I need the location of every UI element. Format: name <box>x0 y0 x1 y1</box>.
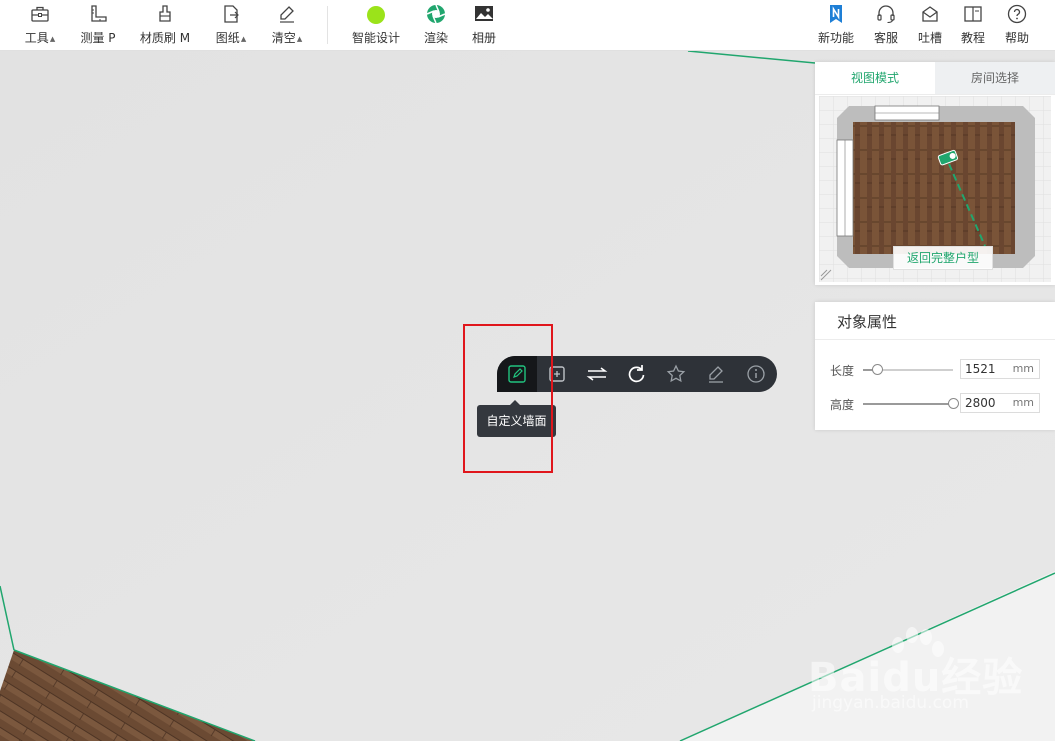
drawing-icon <box>214 4 248 26</box>
customer-service-label: 客服 <box>873 31 898 45</box>
toolbar-divider <box>327 6 328 44</box>
tools-menu[interactable]: 工具▲ <box>22 4 58 48</box>
height-unit: mm <box>1012 396 1034 409</box>
clear-menu[interactable]: 清空▲ <box>270 4 304 48</box>
render-icon <box>422 4 450 26</box>
baidu-watermark: Baidu经验 jingyan.baidu.com <box>808 625 1048 735</box>
caret-up-icon: ▲ <box>240 35 247 43</box>
book-icon <box>960 4 986 26</box>
new-feature-icon <box>817 4 855 26</box>
tutorial-label: 教程 <box>960 31 985 45</box>
tutorial-button[interactable]: 教程 <box>960 4 986 48</box>
property-row-length: 长度 1521 mm <box>815 359 1055 381</box>
material-brush-button[interactable]: 材质刷 M <box>139 4 191 48</box>
new-feature-button[interactable]: 新功能 <box>817 4 855 48</box>
drawing-label: 图纸 <box>215 31 240 45</box>
height-slider[interactable] <box>863 398 959 409</box>
length-slider-thumb[interactable] <box>871 364 883 375</box>
smart-design-label: 智能设计 <box>351 31 400 45</box>
length-slider[interactable] <box>863 364 953 375</box>
toolbox-icon <box>22 4 58 26</box>
help-label: 帮助 <box>1004 31 1029 45</box>
favorite-button[interactable] <box>665 363 687 385</box>
length-unit: mm <box>1012 362 1034 375</box>
length-label: 长度 <box>830 364 855 378</box>
floorplan-minimap[interactable]: 返回完整户型 <box>819 96 1051 282</box>
headset-icon <box>873 4 899 26</box>
feedback-button[interactable]: 吐槽 <box>917 4 943 48</box>
custom-wall-button[interactable] <box>506 363 528 385</box>
measure-button[interactable]: 测量 P <box>80 4 116 48</box>
help-button[interactable]: 帮助 <box>1004 4 1030 48</box>
caret-up-icon: ▲ <box>296 35 303 43</box>
smart-design-icon <box>351 4 401 26</box>
add-box-button[interactable] <box>546 363 568 385</box>
height-label: 高度 <box>830 398 855 412</box>
edit-button[interactable] <box>705 363 727 385</box>
plan-floor <box>853 122 1015 254</box>
top-toolbar: 工具▲ 测量 P 材质刷 M 图纸▲ 清空▲ 智能设计 渲染 相册 新功能 客服… <box>0 0 1055 51</box>
view-mode-panel: 视图模式 房间选择 返回完整户型 <box>815 62 1055 285</box>
album-button[interactable]: 相册 <box>470 4 498 48</box>
return-full-layout-button[interactable]: 返回完整户型 <box>893 246 993 270</box>
album-label: 相册 <box>471 31 496 45</box>
view-tabs: 视图模式 房间选择 <box>815 62 1055 95</box>
clear-label: 清空 <box>271 31 296 45</box>
property-row-height: 高度 2800 mm <box>815 393 1055 415</box>
rotate-button[interactable] <box>625 363 647 385</box>
height-input[interactable]: 2800 mm <box>960 393 1040 413</box>
drawing-menu[interactable]: 图纸▲ <box>214 4 248 48</box>
tab-room-select[interactable]: 房间选择 <box>935 62 1055 94</box>
album-icon <box>470 4 498 26</box>
measure-label: 测量 P <box>80 31 116 45</box>
help-icon <box>1004 4 1030 26</box>
length-input[interactable]: 1521 mm <box>960 359 1040 379</box>
properties-title: 对象属性 <box>815 302 1055 340</box>
brush-icon <box>139 4 191 26</box>
length-value: 1521 <box>965 362 996 376</box>
render-label: 渲染 <box>423 31 448 45</box>
favorite-icon <box>665 363 687 385</box>
feedback-label: 吐槽 <box>917 31 942 45</box>
material-brush-label: 材质刷 M <box>139 31 191 45</box>
object-properties-panel: 对象属性 长度 1521 mm 高度 2800 mm <box>815 302 1055 430</box>
new-feature-label: 新功能 <box>817 31 854 45</box>
eraser-icon <box>270 4 304 26</box>
edit-icon <box>705 363 727 385</box>
caret-up-icon: ▲ <box>49 35 56 43</box>
height-slider-thumb[interactable] <box>948 398 959 409</box>
swap-button[interactable] <box>586 363 608 385</box>
customer-service-button[interactable]: 客服 <box>873 4 899 48</box>
height-slider-fill <box>863 403 953 405</box>
custom-wall-tooltip: 自定义墙面 <box>477 400 556 437</box>
info-icon <box>745 363 767 385</box>
smart-design-button[interactable]: 智能设计 <box>351 4 401 48</box>
custom-wall-icon <box>506 363 528 385</box>
feedback-icon <box>917 4 943 26</box>
add-box-icon <box>546 363 568 385</box>
context-toolbar <box>497 356 777 392</box>
watermark-url: jingyan.baidu.com <box>812 693 969 713</box>
height-value: 2800 <box>965 396 996 410</box>
tab-view-mode[interactable]: 视图模式 <box>815 62 935 94</box>
render-button[interactable]: 渲染 <box>422 4 450 48</box>
tools-label: 工具 <box>24 31 49 45</box>
info-button[interactable] <box>745 363 767 385</box>
ruler-icon <box>80 4 116 26</box>
rotate-icon <box>625 363 647 385</box>
swap-icon <box>586 363 608 385</box>
